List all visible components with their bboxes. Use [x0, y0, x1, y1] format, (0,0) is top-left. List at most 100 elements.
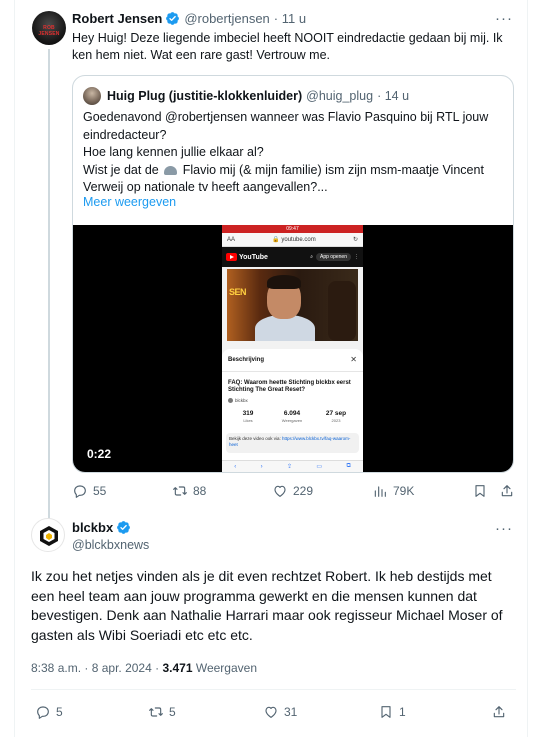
repost-button[interactable]: 5: [148, 704, 176, 720]
reply-header: Robert Jensen @robertjensen · 11 u: [72, 11, 306, 26]
main-action-bar: 5 5 31 1: [35, 704, 510, 720]
reply-action-bar: 55 88 229 79K: [72, 483, 518, 499]
youtube-header: YouTube ⌕ App openen ⋮: [222, 247, 363, 267]
quote-line-1: Goedenavond @robertjensen wanneer was Fl…: [83, 110, 489, 142]
youtube-logo: YouTube: [226, 253, 268, 261]
quote-text: Goedenavond @robertjensen wanneer was Fl…: [83, 109, 508, 197]
youtube-play-icon: [226, 253, 237, 261]
reply-count: 55: [93, 484, 107, 498]
panel-title: Beschrijving: [228, 357, 265, 363]
bookmark-count: 1: [399, 705, 406, 719]
close-icon: ✕: [350, 355, 357, 364]
reply-button[interactable]: 5: [35, 704, 63, 720]
description-panel: Beschrijving ✕ FAQ: Waarom heette Sticht…: [222, 349, 363, 472]
share-icon: [493, 706, 505, 718]
avatar[interactable]: ROB JENSEN: [32, 11, 66, 45]
heart-icon: [265, 706, 277, 718]
phone-status-bar: 09:47: [222, 225, 363, 233]
youtube-header-right: ⌕ App openen ⋮: [310, 253, 359, 261]
repost-icon: [173, 486, 187, 496]
views-chart-icon: [374, 486, 386, 497]
repost-count: 88: [193, 484, 207, 498]
quote-time[interactable]: · 14 u: [377, 89, 409, 103]
repost-button[interactable]: 88: [172, 483, 206, 499]
blckbx-avatar[interactable]: [31, 518, 65, 552]
bookmark-icon: [475, 485, 485, 497]
quote-line-2: Hoe lang kennen jullie elkaar al?: [83, 145, 264, 159]
stat-views: 6.094 Weergaven: [281, 410, 303, 423]
video-duration: 0:22: [87, 447, 112, 461]
repost-count: 5: [169, 705, 176, 719]
stat-date: 27 sep 2023: [325, 410, 347, 423]
bookmark-icon: [381, 706, 391, 718]
post-date[interactable]: 8 apr. 2024: [92, 661, 152, 675]
view-count: 3.471: [162, 661, 193, 675]
video-player[interactable]: 09:47 AA 🔒 youtube.com ↻ YouTube ⌕ App o…: [73, 225, 513, 472]
reload-icon: ↻: [352, 237, 358, 243]
panel-divider: [222, 371, 363, 372]
share-icon: [501, 485, 513, 497]
forward-icon: ›: [260, 463, 263, 470]
studio-overlay-text: SEN: [229, 287, 247, 297]
open-app-button: App openen: [316, 253, 351, 261]
tweet-time[interactable]: · 11 u: [274, 11, 306, 26]
hat-emoji-icon: [164, 165, 178, 175]
reply-icon: [37, 706, 49, 719]
tweet-meta: 8:38 a.m. · 8 apr. 2024 · 3.471 Weergave…: [31, 661, 257, 675]
phone-url: 🔒 youtube.com: [272, 237, 316, 243]
thread-line: [48, 49, 50, 519]
reply-count: 5: [56, 705, 63, 719]
quote-author-name[interactable]: Huig Plug (justitie-klokkenluider): [107, 89, 302, 103]
youtube-logo-text: YouTube: [239, 253, 268, 261]
search-icon: ⌕: [310, 254, 314, 260]
reply-button[interactable]: 55: [72, 483, 106, 499]
safari-toolbar: ‹ › ⇪ ▭ ⧉: [222, 460, 363, 472]
channel-row: blckbx: [228, 398, 248, 403]
reply-icon: [74, 485, 86, 498]
stat-likes: 319 Likes: [242, 410, 254, 423]
video-frame-phone-screenshot: 09:47 AA 🔒 youtube.com ↻ YouTube ⌕ App o…: [222, 225, 363, 472]
text-size-label: AA: [227, 236, 236, 243]
back-icon: ‹: [234, 463, 237, 470]
bookmark-button[interactable]: [472, 483, 488, 499]
verified-badge-icon: [117, 521, 131, 534]
phone-clock: 09:47: [286, 226, 299, 232]
verified-badge-icon: [166, 12, 180, 25]
avatar-text: ROB JENSEN: [38, 25, 60, 37]
main-author-row: blckbx: [72, 520, 135, 535]
heart-icon: [274, 485, 286, 497]
post-time[interactable]: 8:38 a.m.: [31, 661, 81, 675]
main-author-name[interactable]: blckbx: [72, 520, 113, 535]
reply-text: Hey Huig! Deze liegende imbeciel heeft N…: [72, 31, 503, 62]
quote-line-3: Wist je dat de Flavio mij (& mijn famili…: [83, 162, 508, 197]
quote-avatar[interactable]: [83, 87, 101, 105]
video-stats: 319 Likes 6.094 Weergaven 27 sep 2023: [228, 410, 356, 423]
like-button[interactable]: 31: [263, 704, 297, 720]
divider: [31, 689, 516, 690]
quoted-tweet[interactable]: Huig Plug (justitie-klokkenluider) @huig…: [72, 75, 514, 473]
quote-header: Huig Plug (justitie-klokkenluider) @huig…: [83, 87, 409, 105]
author-handle[interactable]: @robertjensen: [184, 11, 269, 26]
view-label: Weergaven: [195, 661, 257, 675]
bookmarks-icon: ▭: [316, 464, 323, 470]
guest-silhouette: [328, 281, 356, 341]
quote-line-3-start: Wist je dat de: [83, 162, 159, 177]
share-icon: ⇪: [286, 464, 292, 470]
description-box: Bekijk deze video ook via: https://www.b…: [226, 433, 359, 453]
views-button[interactable]: 79K: [372, 483, 414, 499]
like-count: 229: [293, 484, 314, 498]
author-name[interactable]: Robert Jensen: [72, 11, 162, 26]
main-author-handle[interactable]: @blckbxnews: [72, 538, 149, 552]
quote-author-handle[interactable]: @huig_plug: [306, 89, 373, 103]
bookmark-button[interactable]: 1: [378, 704, 406, 720]
show-more-link[interactable]: Meer weergeven: [83, 195, 176, 209]
more-options-icon[interactable]: ···: [495, 10, 513, 27]
share-button[interactable]: [491, 704, 507, 720]
description-text: Bekijk deze video ook via:: [229, 436, 281, 441]
repost-icon: [149, 707, 163, 717]
video-title: FAQ: Waarom heette Stichting blckbx eers…: [228, 380, 351, 393]
more-options-icon[interactable]: ···: [495, 520, 513, 537]
youtube-video-thumbnail: SEN: [227, 269, 358, 341]
share-button[interactable]: [499, 483, 515, 499]
like-button[interactable]: 229: [272, 483, 313, 499]
